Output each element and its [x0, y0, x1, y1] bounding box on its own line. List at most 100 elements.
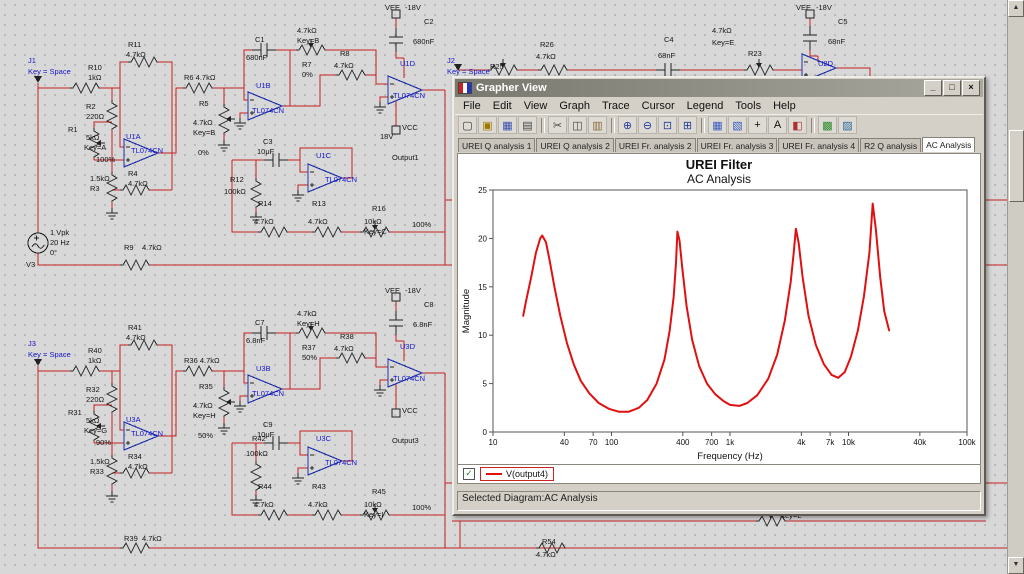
close-button[interactable]: ×	[962, 80, 980, 96]
scroll-up-button[interactable]: ▲	[1008, 0, 1024, 17]
schematic-label: 10μF	[257, 147, 275, 156]
maximize-button[interactable]: □	[943, 80, 961, 96]
grapher-view-window: Grapher View _ □ × File Edit View Graph Trace C…	[452, 76, 986, 516]
schematic-label: J2	[447, 56, 455, 65]
schematic-label: 68nF	[658, 51, 676, 60]
toolbar: ▢ ▣ ▦ ▤ ✂ ◫ ▥ ⊕ ⊖ ⊡ ⊞ ▦ ▧ + A ◧ ▩ ▨	[455, 114, 983, 135]
open-button[interactable]: ▣	[478, 116, 497, 134]
print-button[interactable]: ▤	[518, 116, 537, 134]
schematic-label: J1	[28, 56, 36, 65]
zoom-full-button[interactable]: ⊞	[678, 116, 697, 134]
cut-button[interactable]: ✂	[548, 116, 567, 134]
schematic-label: VEE	[385, 3, 401, 12]
paste-button[interactable]: ▥	[588, 116, 607, 134]
menu-file[interactable]: File	[457, 99, 487, 113]
schematic-label: U3A	[126, 415, 141, 424]
tab-urei-fr-analysis-2[interactable]: UREI Fr. analysis 2	[614, 138, 696, 152]
menu-trace[interactable]: Trace	[596, 99, 636, 113]
legend-checkbox[interactable]: ✓	[463, 468, 475, 480]
chart-title: UREI Filter	[685, 157, 753, 172]
y-tick-label: 10	[478, 331, 487, 340]
tab-ac-analysis[interactable]: AC Analysis	[922, 137, 976, 152]
schematic-label: R36 4.7kΩ	[184, 356, 220, 365]
schematic-label: 4.7kΩ	[536, 550, 556, 559]
schematic-label: R3	[90, 184, 100, 193]
tab-urei-fr-analysis-4[interactable]: UREI Fr. analysis 4	[778, 138, 860, 152]
schematic-label: 100%	[412, 503, 432, 512]
schematic-label: 1kΩ	[88, 356, 102, 365]
titlebar[interactable]: Grapher View _ □ ×	[455, 79, 983, 97]
save-button[interactable]: ▦	[498, 116, 517, 134]
schematic-label: 680nF	[246, 53, 268, 62]
zoom-in-button[interactable]: ⊕	[618, 116, 637, 134]
properties-button[interactable]: ◧	[788, 116, 807, 134]
schematic-label: J3	[28, 339, 36, 348]
schematic-label: TL074CN	[252, 389, 285, 398]
menu-graph[interactable]: Graph	[553, 99, 596, 113]
schematic-label: U1A	[126, 132, 141, 141]
schematic-label: 4.7kΩ	[297, 26, 317, 35]
schematic-label: R12	[230, 175, 244, 184]
scroll-down-button[interactable]: ▼	[1008, 557, 1024, 574]
legend-button[interactable]: ▧	[728, 116, 747, 134]
schematic-label: R32	[86, 385, 100, 394]
schematic-label: 4.7kΩ	[142, 534, 162, 543]
y-axis-label: Magnitude	[461, 289, 472, 333]
schematic-label: R31	[68, 408, 82, 417]
schematic-label: U3D	[400, 342, 416, 351]
zoom-area-button[interactable]: ⊡	[658, 116, 677, 134]
schematic-label: 4.7kΩ	[308, 500, 328, 509]
schematic-label: 50%	[302, 353, 318, 362]
window-title: Grapher View	[476, 82, 547, 94]
schematic-label: TL074CN	[252, 106, 285, 115]
tab-urei-q-analysis-1[interactable]: UREI Q analysis 1	[458, 138, 536, 152]
schematic-label: U1D	[400, 59, 416, 68]
schematic-label: U2D	[818, 59, 834, 68]
x-tick-label: 40	[560, 438, 569, 447]
plot-canvas[interactable]: 10 40 70 100 400 700 1k 4k 7k 10k 40k 100k 0 5 10 15 20 2…	[459, 186, 979, 464]
grapher-view-icon	[458, 82, 472, 94]
menu-tools[interactable]: Tools	[729, 99, 767, 113]
schematic-label: R42	[252, 434, 266, 443]
menu-help[interactable]: Help	[767, 99, 802, 113]
scrollbar-thumb[interactable]	[1009, 130, 1024, 202]
schematic-label: Key=I	[364, 510, 384, 519]
x-tick-label: 100	[605, 438, 619, 447]
schematic-label: Key = Space	[447, 67, 490, 76]
schematic-label: 4.7kΩ	[254, 217, 274, 226]
vertical-scrollbar[interactable]: ▲ ▼	[1007, 0, 1024, 574]
legend-entry[interactable]: V(output4)	[480, 467, 555, 481]
tab-urei-fr-analysis-3[interactable]: UREI Fr. analysis 3	[696, 138, 778, 152]
schematic-label: C3	[263, 137, 273, 146]
x-tick-label: 10	[489, 438, 498, 447]
font-button[interactable]: A	[768, 116, 787, 134]
menu-cursor[interactable]: Cursor	[636, 99, 681, 113]
schematic-label: R5	[199, 99, 209, 108]
tab-urei-q-analysis-2[interactable]: UREI Q analysis 2	[536, 138, 614, 152]
new-page-button[interactable]: ▢	[458, 116, 477, 134]
minimize-button[interactable]: _	[924, 80, 942, 96]
schematic-label: 100%	[96, 155, 116, 164]
window-controls: _ □ ×	[924, 80, 980, 96]
export-excel-button[interactable]: ▩	[818, 116, 837, 134]
menu-legend[interactable]: Legend	[681, 99, 730, 113]
schematic-label: 4.7kΩ	[128, 179, 148, 188]
schematic-label: Key=B	[297, 36, 320, 45]
x-tick-label: 7k	[826, 438, 835, 447]
menu-edit[interactable]: Edit	[487, 99, 518, 113]
schematic-label: R45	[372, 487, 386, 496]
grid-button[interactable]: ▦	[708, 116, 727, 134]
cursors-button[interactable]: +	[748, 116, 767, 134]
zoom-out-button[interactable]: ⊖	[638, 116, 657, 134]
schematic-label: R2	[86, 102, 96, 111]
copy-button[interactable]: ◫	[568, 116, 587, 134]
schematic-label: V3	[26, 260, 36, 269]
menu-view[interactable]: View	[518, 99, 554, 113]
schematic-label: Key = Space	[28, 350, 71, 359]
schematic-label: 220Ω	[86, 112, 105, 121]
tab-r2-q-analysis[interactable]: R2 Q analysis	[860, 138, 922, 152]
export-data-button[interactable]: ▨	[838, 116, 857, 134]
schematic-label: C5	[838, 17, 848, 26]
multisim-workspace: J1 Key = Space R10 1kΩ R11 4.7kΩ R6 4.7kΩ R2 220…	[0, 0, 1024, 574]
menubar: File Edit View Graph Trace Cursor Legend Tools H…	[455, 97, 983, 114]
